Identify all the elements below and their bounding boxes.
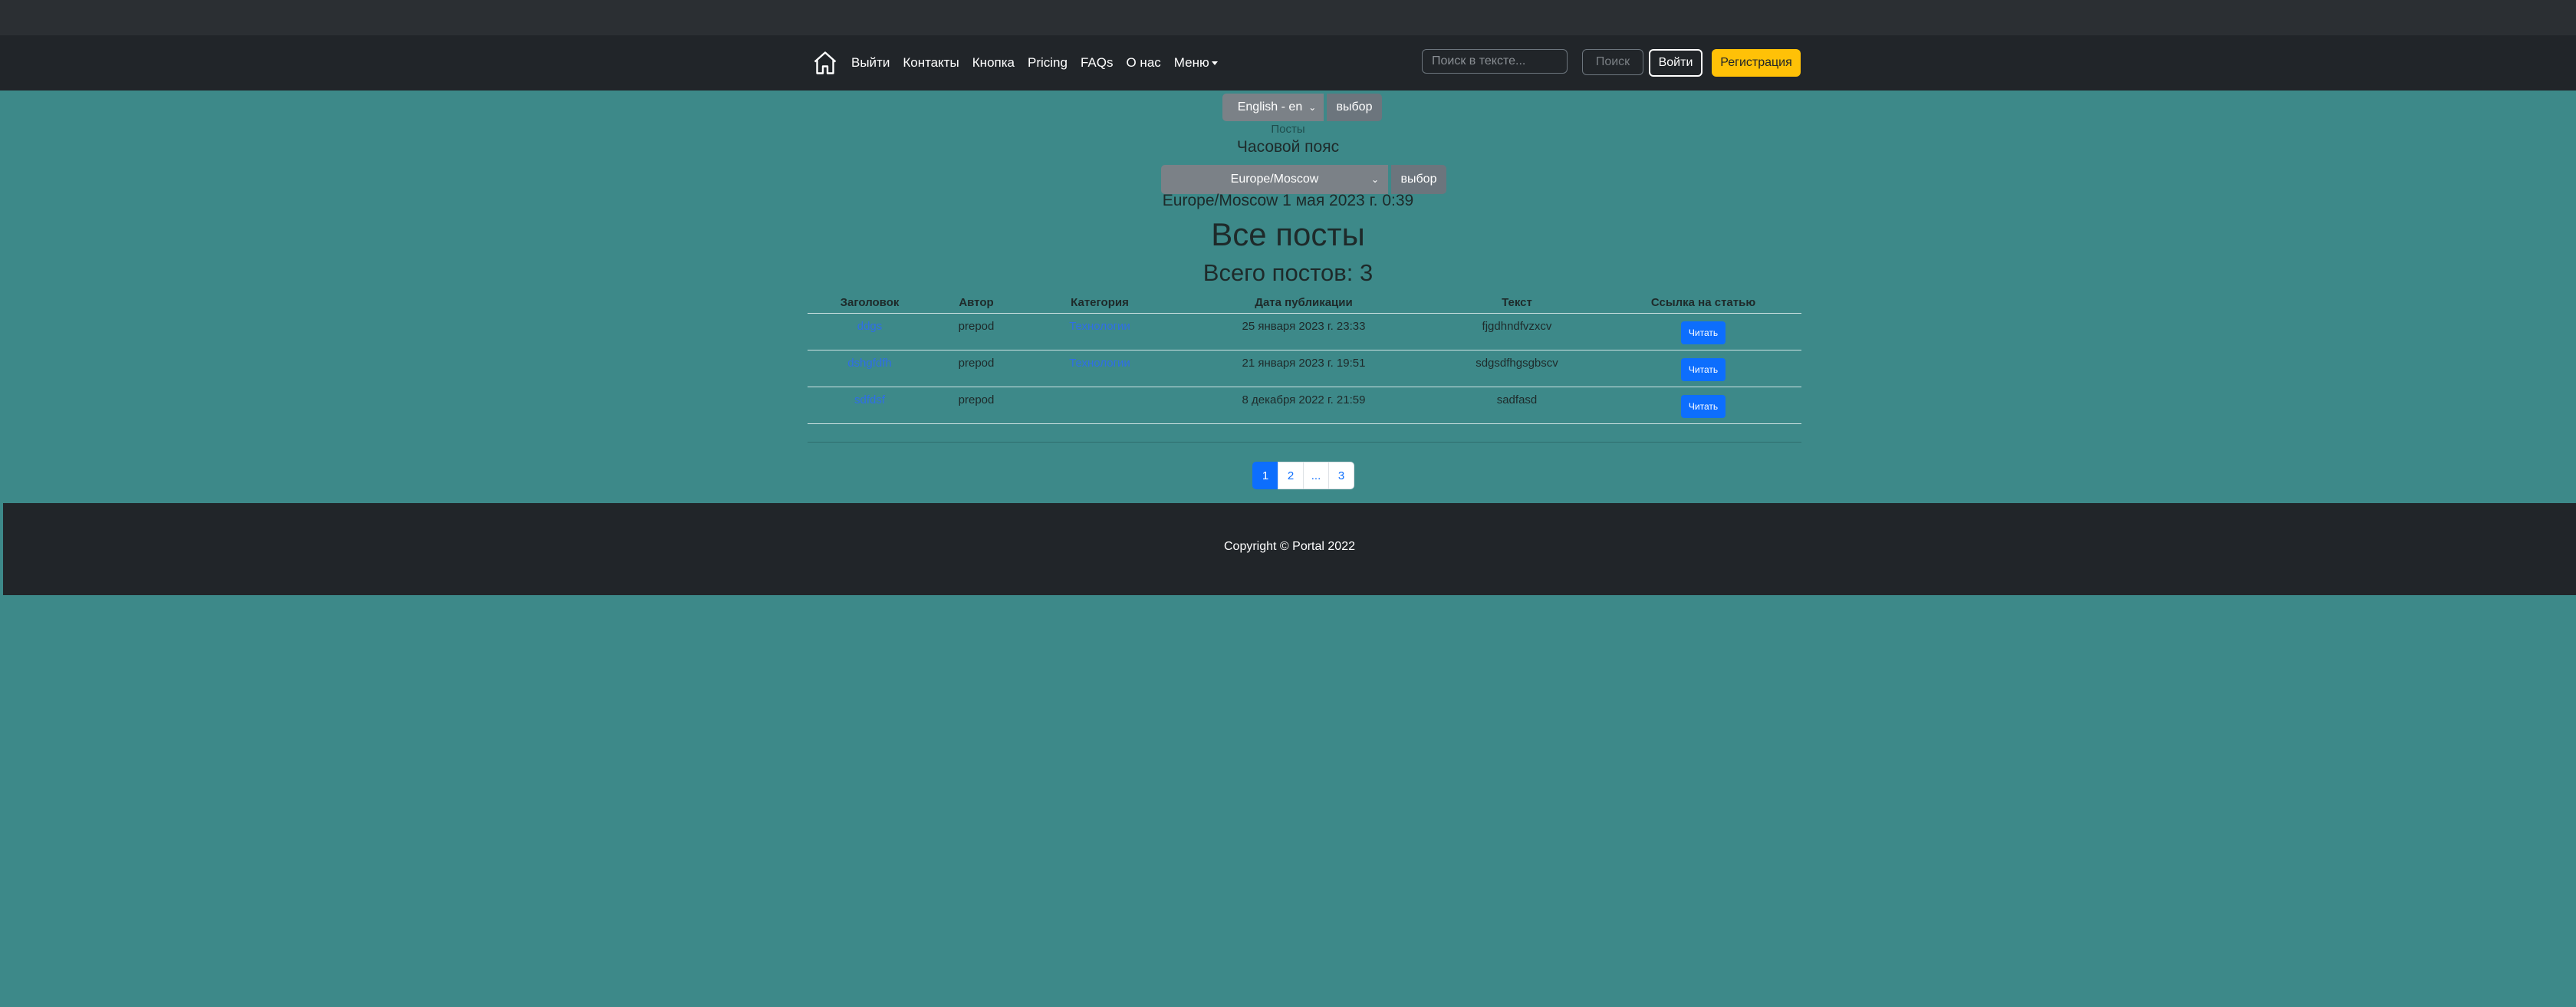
- search-input[interactable]: [1422, 49, 1568, 74]
- navbar: Выйти Контакты Кнопка Pricing FAQs О нас…: [0, 35, 2576, 90]
- post-author: prepod: [932, 313, 1021, 350]
- table-spacer-cell: [808, 423, 1801, 443]
- current-datetime: Europe/Moscow 1 мая 2023 г. 0:39: [1162, 192, 1414, 209]
- column-header-text: Текст: [1429, 295, 1605, 314]
- table-row: dshgfdfh prepod Технологии 21 января 202…: [808, 350, 1801, 387]
- language-form: English - en ⌄ выбор: [1222, 94, 1382, 121]
- table-row: sdfdsf prepod 8 декабря 2022 г. 21:59 sa…: [808, 387, 1801, 424]
- column-header-link: Ссылка на статью: [1605, 295, 1801, 314]
- nav-link-logout[interactable]: Выйти: [851, 55, 890, 71]
- post-link-cell: Читать: [1605, 350, 1801, 387]
- post-title-cell: sdfdsf: [808, 387, 932, 424]
- nav-link-faqs[interactable]: FAQs: [1081, 55, 1114, 71]
- post-link-cell: Читать: [1605, 387, 1801, 424]
- page-title: Все посты: [1211, 216, 1365, 252]
- post-author: prepod: [932, 350, 1021, 387]
- post-category-cell: Технологии: [1021, 313, 1179, 350]
- login-button[interactable]: Войти: [1649, 49, 1703, 77]
- page-button-3[interactable]: 3: [1328, 462, 1354, 489]
- browser-top-strip: [0, 0, 2576, 35]
- post-category-link[interactable]: Технологии: [1069, 320, 1130, 333]
- nav-link-about[interactable]: О нас: [1126, 55, 1160, 71]
- column-header-category: Категория: [1021, 295, 1179, 314]
- post-text: sdgsdfhgsgbscv: [1429, 350, 1605, 387]
- column-header-author: Автор: [932, 295, 1021, 314]
- post-date: 25 января 2023 г. 23:33: [1179, 313, 1429, 350]
- language-submit-button[interactable]: выбор: [1327, 94, 1382, 121]
- posts-link: Посты: [0, 123, 2576, 136]
- timezone-submit-button[interactable]: выбор: [1391, 165, 1446, 194]
- post-author: prepod: [932, 387, 1021, 424]
- timezone-select-value: Europe/Moscow: [1230, 173, 1319, 186]
- home-icon[interactable]: [811, 49, 839, 77]
- posts-link-text[interactable]: Посты: [1271, 123, 1304, 136]
- page-button-2[interactable]: 2: [1278, 462, 1304, 489]
- post-text: fjgdhndfvzxcv: [1429, 313, 1605, 350]
- timezone-select[interactable]: Europe/Moscow ⌄: [1161, 165, 1388, 194]
- language-select[interactable]: English - en ⌄: [1222, 94, 1324, 121]
- column-header-title: Заголовок: [808, 295, 932, 314]
- post-title-cell: ddgs: [808, 313, 932, 350]
- post-category-cell: [1021, 387, 1179, 424]
- post-date: 21 января 2023 г. 19:51: [1179, 350, 1429, 387]
- chevron-down-icon: ⌄: [1308, 102, 1317, 113]
- search-button[interactable]: Поиск: [1582, 49, 1643, 75]
- post-category-cell: Технологии: [1021, 350, 1179, 387]
- page-ellipsis: ...: [1303, 462, 1329, 489]
- posts-table: Заголовок Автор Категория Дата публикаци…: [808, 295, 1801, 443]
- post-date: 8 декабря 2022 г. 21:59: [1179, 387, 1429, 424]
- navbar-container: Выйти Контакты Кнопка Pricing FAQs О нас…: [808, 35, 1802, 90]
- nav-dropdown-label: Меню: [1173, 55, 1209, 70]
- table-header-row: Заголовок Автор Категория Дата публикаци…: [808, 295, 1801, 314]
- table-row: ddgs prepod Технологии 25 января 2023 г.…: [808, 313, 1801, 350]
- read-button[interactable]: Читать: [1680, 321, 1726, 344]
- post-link-cell: Читать: [1605, 313, 1801, 350]
- read-button[interactable]: Читать: [1680, 395, 1726, 418]
- read-button[interactable]: Читать: [1680, 358, 1726, 381]
- language-select-value: English - en: [1237, 100, 1303, 114]
- footer: Copyright © Portal 2022: [3, 503, 2576, 595]
- nav-link-contacts[interactable]: Контакты: [903, 55, 959, 71]
- pagination: 1 2 ... 3: [1252, 462, 1354, 489]
- timezone-title: Часовой пояс: [1236, 138, 1340, 156]
- caret-down-icon: [1211, 61, 1218, 66]
- register-button[interactable]: Регистрация: [1712, 49, 1801, 77]
- post-title-link[interactable]: ddgs: [857, 320, 883, 333]
- nav-dropdown-menu[interactable]: Меню: [1174, 55, 1218, 71]
- nav-links: Выйти Контакты Кнопка Pricing FAQs О нас…: [851, 35, 1231, 90]
- post-count: Всего постов: 3: [1202, 259, 1374, 286]
- column-header-date: Дата публикации: [1179, 295, 1429, 314]
- copyright-text: Copyright © Portal 2022: [1224, 540, 1355, 553]
- table-spacer-row: [808, 423, 1801, 443]
- chevron-down-icon: ⌄: [1370, 174, 1379, 185]
- timezone-form: Europe/Moscow ⌄ выбор: [1161, 165, 1446, 194]
- post-title-link[interactable]: dshgfdfh: [847, 357, 892, 370]
- nav-link-button[interactable]: Кнопка: [972, 55, 1015, 71]
- post-title-cell: dshgfdfh: [808, 350, 932, 387]
- post-title-link[interactable]: sdfdsf: [854, 393, 885, 406]
- nav-link-pricing[interactable]: Pricing: [1028, 55, 1068, 71]
- page-button-1[interactable]: 1: [1252, 462, 1278, 489]
- main-content: English - en ⌄ выбор Посты Часовой пояс …: [0, 90, 2576, 503]
- post-text: sadfasd: [1429, 387, 1605, 424]
- post-category-link[interactable]: Технологии: [1069, 357, 1130, 370]
